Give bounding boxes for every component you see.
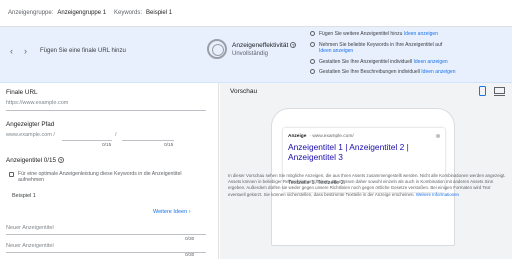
- more-ideas-link[interactable]: Weitere Ideen ›: [153, 209, 191, 215]
- ad-group-label: Anzeigengruppe:: [8, 10, 54, 16]
- preview-panel: Vorschau Anzeige · www.example.com/ Anzei…: [220, 83, 512, 259]
- ad-display-url: · www.example.com/: [309, 134, 354, 139]
- show-ideas-link[interactable]: Ideen anzeigen: [421, 69, 455, 75]
- keyword-hint: Für eine optimale Anzeigenleistung diese…: [9, 171, 205, 184]
- show-ideas-link[interactable]: Ideen anzeigen: [404, 31, 438, 37]
- effectiveness-title-text: Anzeigeneffektivität: [232, 42, 289, 49]
- path-1-input[interactable]: [62, 140, 112, 141]
- display-path-separator: /: [115, 132, 117, 138]
- ad-group-value: Anzeigengruppe 1: [57, 10, 107, 16]
- final-url-label: Finale URL: [6, 89, 38, 96]
- suggestion-text: Gestalten Sie Ihre Beschreibungen indivi…: [319, 69, 420, 75]
- top-info-bar: Anzeigengruppe: Anzeigengruppe 1 Keywords…: [0, 0, 512, 27]
- effectiveness-ring-icon: [207, 39, 227, 59]
- preview-note: In dieser Vorschau sehen Sie mögliche An…: [228, 173, 506, 198]
- ad-headline[interactable]: Anzeigentitel 1 | Anzeigentitel 2 | Anze…: [288, 142, 440, 162]
- new-headline-counter: 0/30: [185, 253, 195, 258]
- keywords-label: Keywords:: [114, 10, 143, 16]
- suggestion-item: Fügen Sie weitere Anzeigentitel hinzu Id…: [310, 31, 438, 37]
- keyword-example: Beispiel 1: [12, 193, 36, 199]
- new-headline-input[interactable]: Neuer Anzeigentitel: [6, 225, 54, 231]
- chevron-right-icon: ›: [188, 209, 191, 215]
- new-headline-counter: 0/30: [185, 237, 195, 242]
- mobile-device-icon[interactable]: [479, 86, 486, 96]
- suggestion-text: Gestalten Sie Ihre Anzeigentitel individ…: [319, 59, 413, 65]
- chevron-right-icon[interactable]: ›: [24, 46, 27, 56]
- suggestion-item: Gestalten Sie Ihre Anzeigentitel individ…: [310, 59, 448, 65]
- more-ideas-text: Weitere Ideen: [153, 209, 188, 215]
- suggestion-radio-icon: [310, 59, 315, 64]
- ad-group-info: Anzeigengruppe: Anzeigengruppe 1: [8, 10, 106, 16]
- new-headline-underline: [6, 252, 206, 253]
- chevron-left-icon[interactable]: ‹: [10, 46, 13, 56]
- final-url-underline: [6, 110, 206, 111]
- keywords-info: Keywords: Beispiel 1: [114, 10, 172, 16]
- learn-more-link[interactable]: Weitere Informationen: [416, 192, 459, 197]
- show-ideas-link[interactable]: Ideen anzeigen: [319, 48, 353, 54]
- preview-note-text: In dieser Vorschau sehen Sie mögliche An…: [228, 173, 506, 197]
- ad-effectiveness-band: ‹ › Fügen Sie eine finale URL hinzu Anze…: [0, 27, 512, 83]
- suggestion-radio-icon: [310, 31, 315, 36]
- effectiveness-status: Unvollständig: [232, 51, 269, 57]
- display-path-label: Angezeigter Pfad: [6, 121, 55, 128]
- suggestion-item: Nehmen Sie beliebte Keywords in Ihre Anz…: [310, 42, 442, 54]
- ad-form-panel: Finale URL https://www.example.com Angez…: [0, 83, 219, 259]
- desktop-device-icon[interactable]: [494, 87, 505, 96]
- suggestion-radio-icon: [310, 42, 315, 47]
- path-1-counter: 0/15: [102, 143, 112, 148]
- path-2-counter: 0/15: [164, 143, 174, 148]
- checkbox-icon[interactable]: [9, 172, 14, 177]
- suggestion-item: Gestalten Sie Ihre Beschreibungen indivi…: [310, 69, 456, 75]
- help-icon[interactable]: ?: [290, 42, 297, 48]
- preview-title: Vorschau: [230, 88, 258, 95]
- keyword-hint-text: Für eine optimale Anzeigenleistung diese…: [18, 171, 182, 184]
- info-icon[interactable]: [436, 134, 440, 138]
- effectiveness-title: Anzeigeneffektivität?: [232, 42, 297, 49]
- suggestion-text: Fügen Sie weitere Anzeigentitel hinzu: [319, 31, 403, 37]
- ad-badge: Anzeige: [288, 134, 307, 139]
- ad-display-url-text: www.example.com/: [312, 134, 354, 139]
- final-url-input[interactable]: https://www.example.com: [6, 100, 68, 106]
- keywords-value: Beispiel 1: [146, 10, 173, 16]
- headlines-label-text: Anzeigentitel 0/15: [6, 157, 57, 164]
- help-icon[interactable]: ?: [58, 157, 65, 163]
- headlines-label: Anzeigentitel 0/15?: [6, 157, 65, 164]
- final-url-hint: Fügen Sie eine finale URL hinzu: [40, 48, 126, 54]
- new-headline-underline: [6, 234, 206, 235]
- suggestion-radio-icon: [310, 69, 315, 74]
- show-ideas-link[interactable]: Ideen anzeigen: [414, 59, 448, 65]
- new-headline-input[interactable]: Neuer Anzeigentitel: [6, 243, 54, 249]
- display-path-prefix: www.example.com /: [6, 132, 55, 138]
- ad-meta-line: Anzeige · www.example.com/: [288, 134, 354, 139]
- path-2-input[interactable]: [122, 140, 174, 141]
